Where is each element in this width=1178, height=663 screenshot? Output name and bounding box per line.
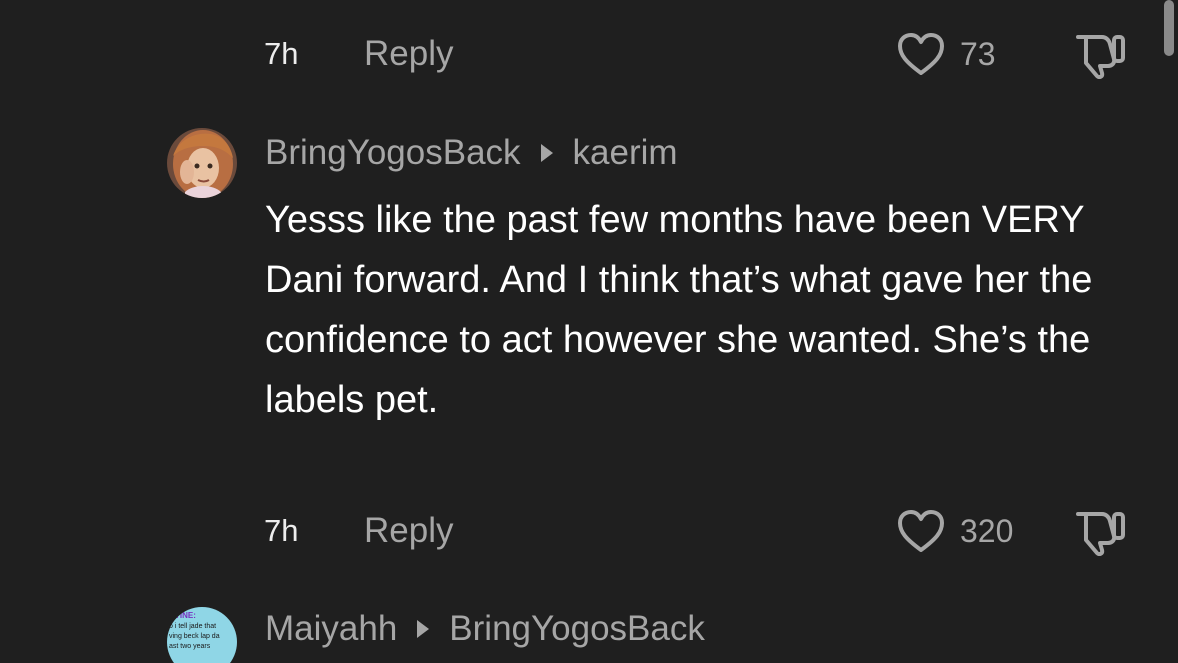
reply-button[interactable]: Reply [364, 506, 453, 556]
avatar-caption-line: o i tell jade that [169, 623, 216, 630]
dislike-button[interactable] [1072, 31, 1128, 79]
comment-body: Yesss like the past few months have been… [265, 199, 1093, 421]
reply-to-username[interactable]: kaerim [573, 133, 678, 173]
scrollbar[interactable] [1164, 0, 1174, 56]
comment-time: 7h [264, 513, 299, 548]
avatar-caption-line: ast two years [169, 643, 211, 650]
like-count: 73 [960, 35, 996, 72]
reply-arrow-icon [540, 144, 553, 162]
like-count: 320 [960, 512, 1014, 549]
comment-time: 7h [264, 36, 299, 71]
comments-thread: 7h Reply 73 BringYogosBack kaerim Yesss … [0, 0, 1178, 663]
avatar[interactable] [167, 128, 237, 198]
thumbs-down-icon [1072, 508, 1128, 556]
reply-button[interactable]: Reply [364, 29, 453, 79]
like-button[interactable]: 73 [896, 29, 996, 79]
like-button[interactable]: 320 [896, 506, 1013, 556]
heart-icon [896, 508, 946, 554]
heart-icon [896, 31, 946, 77]
avatar-caption-line: ving beck lap da [169, 633, 220, 640]
username[interactable]: Maiyahh [265, 609, 397, 649]
reply-to-username[interactable]: BringYogosBack [449, 609, 705, 649]
username[interactable]: BringYogosBack [265, 133, 521, 173]
comment-footer-top: 7h Reply 73 [264, 29, 1134, 79]
thumbs-down-icon [1072, 31, 1128, 79]
comment-header: BringYogosBack kaerim [265, 128, 678, 178]
comment-footer: 7h Reply 320 [264, 506, 1134, 556]
dislike-button[interactable] [1072, 508, 1128, 556]
reply-arrow-icon [417, 620, 430, 638]
comment-header: Maiyahh BringYogosBack [265, 604, 705, 654]
avatar[interactable]: TINE: o i tell jade that ving beck lap d… [167, 607, 237, 663]
avatar-caption-line: TINE: [175, 611, 196, 620]
